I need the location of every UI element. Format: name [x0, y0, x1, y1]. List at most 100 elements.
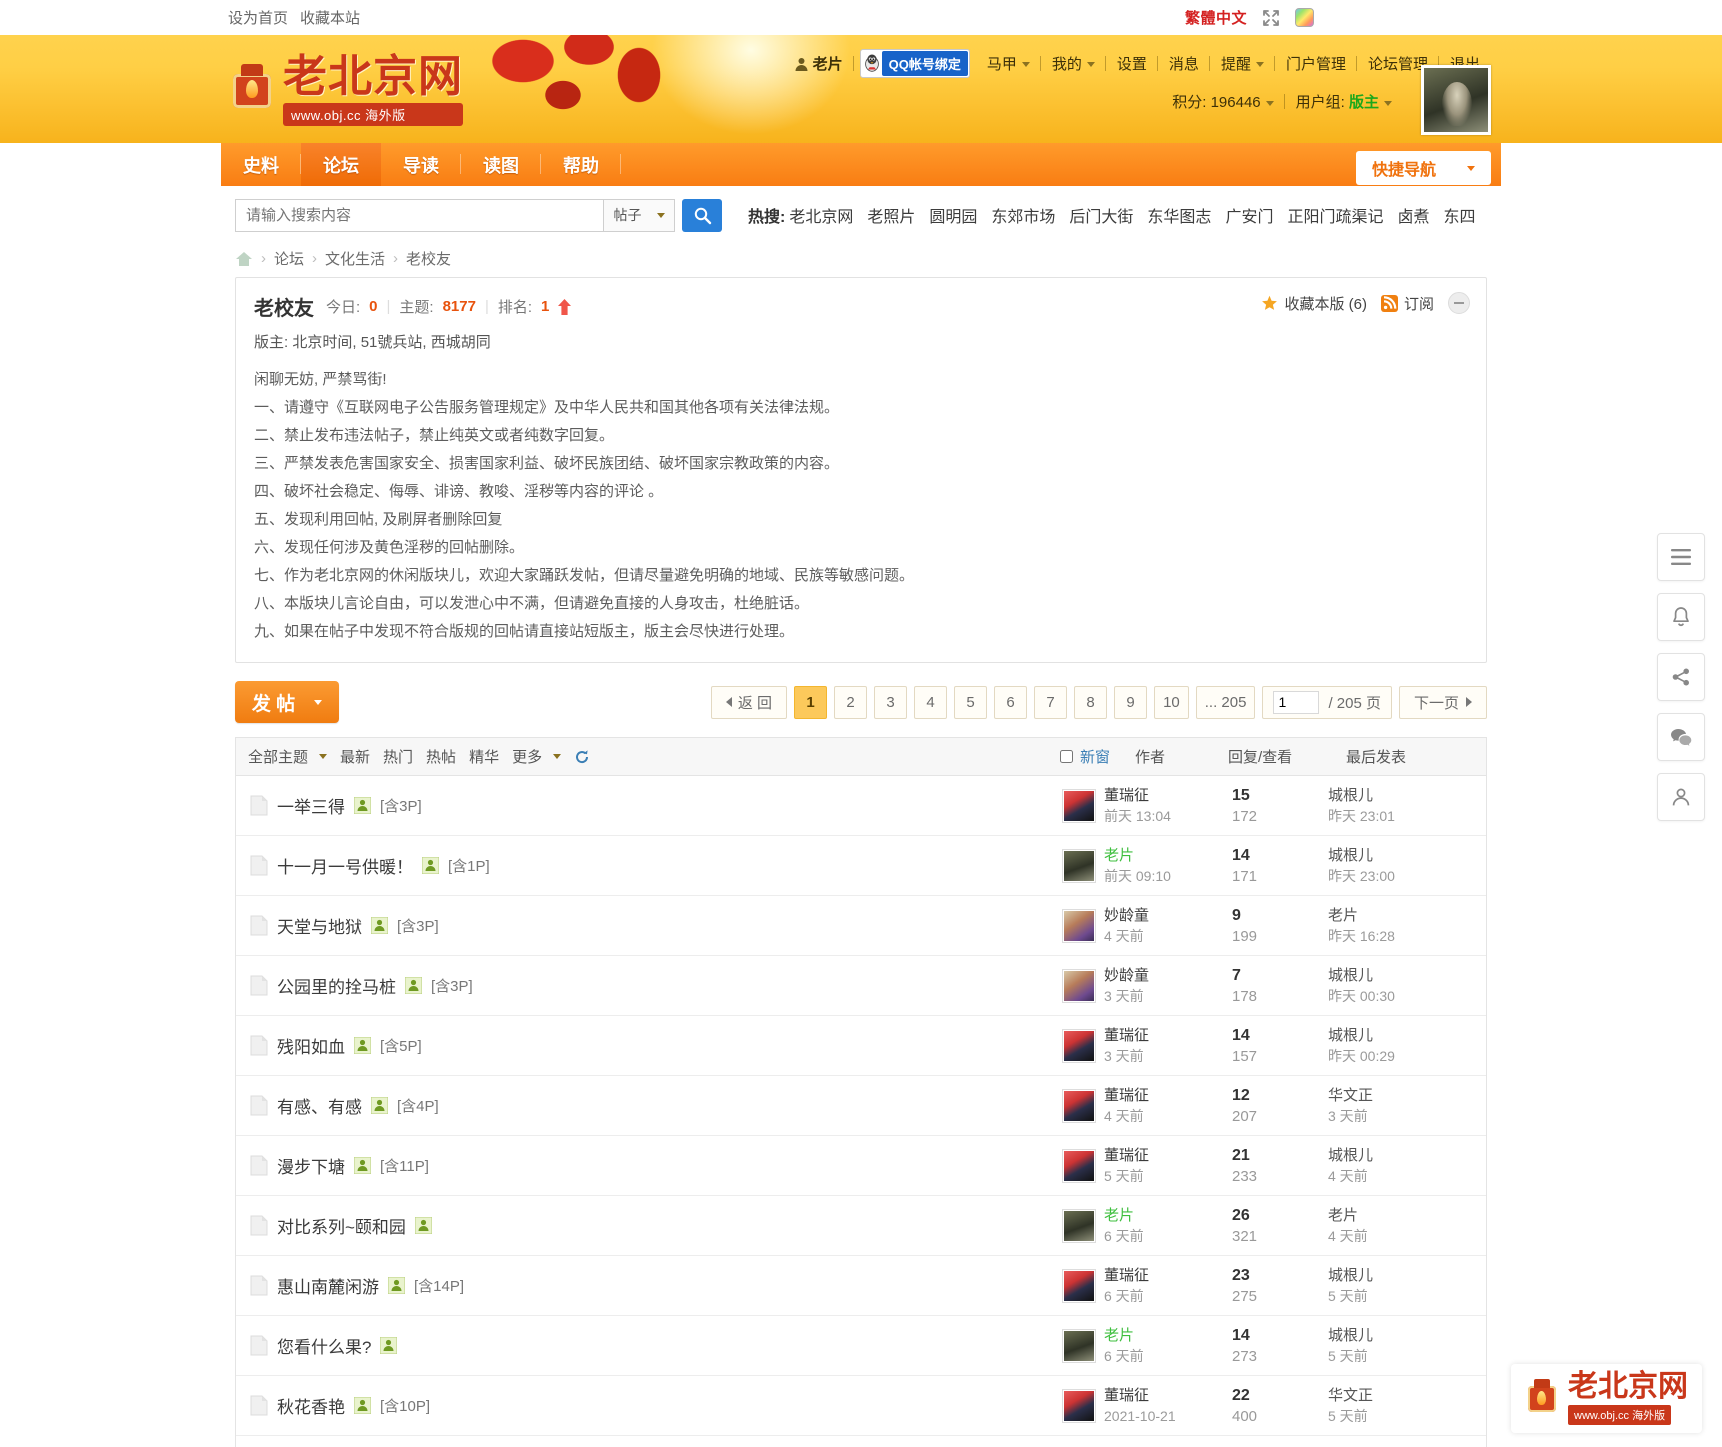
- author-name[interactable]: 董瑞征: [1104, 1386, 1176, 1406]
- last-poster-name[interactable]: 城根儿: [1328, 845, 1486, 866]
- thread-title-link[interactable]: 惠山南麓闲游: [277, 1273, 379, 1298]
- breadcrumb-item-forum[interactable]: 论坛: [274, 248, 304, 269]
- author-avatar[interactable]: [1062, 1028, 1096, 1063]
- author-avatar[interactable]: [1062, 1328, 1096, 1363]
- bookmark-site-link[interactable]: 收藏本站: [300, 7, 360, 28]
- nav-item-luntan[interactable]: 论坛: [301, 143, 381, 186]
- author-name[interactable]: 董瑞征: [1104, 786, 1171, 806]
- filter-more[interactable]: 更多: [512, 746, 562, 767]
- menu-tool[interactable]: [1657, 533, 1705, 581]
- author-avatar[interactable]: [1062, 1208, 1096, 1243]
- hot-term[interactable]: 东郊市场: [991, 203, 1055, 227]
- table-row[interactable]: 对比系列~颐和园 老片 6 天前 26 321 老片 4 天前: [236, 1196, 1486, 1256]
- last-poster-name[interactable]: 城根儿: [1328, 1265, 1486, 1286]
- contact-tool[interactable]: [1657, 773, 1705, 821]
- author-name[interactable]: 董瑞征: [1104, 1026, 1149, 1046]
- pagination-page-2[interactable]: 2: [834, 685, 868, 719]
- filter-all-threads[interactable]: 全部主题: [248, 746, 328, 767]
- breadcrumb-item-category[interactable]: 文化生活: [325, 248, 385, 269]
- quick-nav-button[interactable]: 快捷导航: [1355, 151, 1491, 185]
- new-post-button[interactable]: 发 帖: [235, 681, 339, 723]
- hot-term[interactable]: 圆明园: [929, 203, 977, 227]
- thread-title-link[interactable]: 一举三得: [277, 793, 345, 818]
- table-row[interactable]: 一举三得 [含3P] 董瑞征 前天 13:04 15 172 城根儿 昨天 23…: [236, 776, 1486, 836]
- thread-title-link[interactable]: 公园里的拴马桩: [277, 973, 396, 998]
- hot-term[interactable]: 老照片: [867, 203, 915, 227]
- author-name[interactable]: 董瑞征: [1104, 1146, 1149, 1166]
- author-name[interactable]: 董瑞征: [1104, 1086, 1149, 1106]
- pagination-last-page[interactable]: ... 205: [1195, 685, 1256, 719]
- moderator-link[interactable]: 51號兵站: [361, 334, 423, 351]
- nav-item-bangzhu[interactable]: 帮助: [541, 143, 621, 186]
- author-name[interactable]: 老片: [1104, 1206, 1144, 1226]
- pagination-back[interactable]: 返 回: [710, 685, 788, 719]
- pagination-page-7[interactable]: 7: [1034, 685, 1068, 719]
- pagination-page-9[interactable]: 9: [1114, 685, 1148, 719]
- avatar[interactable]: [1421, 65, 1491, 135]
- set-homepage-link[interactable]: 设为首页: [228, 7, 288, 28]
- menu-item-settings[interactable]: 设置: [1106, 53, 1158, 74]
- author-name[interactable]: 董瑞征: [1104, 1266, 1149, 1286]
- hot-term[interactable]: 老北京网: [789, 203, 853, 227]
- table-row[interactable]: 公园里的拴马桩 [含3P] 妙龄童 3 天前 7 178 城根儿 昨天 00:3…: [236, 956, 1486, 1016]
- credits-info[interactable]: 积分: 196446: [1161, 91, 1286, 112]
- traditional-chinese-link[interactable]: 繁體中文: [1185, 7, 1247, 28]
- moderator-link[interactable]: 西城胡同: [431, 334, 491, 351]
- share-tool[interactable]: [1657, 653, 1705, 701]
- last-poster-name[interactable]: 华文正: [1328, 1385, 1486, 1406]
- breadcrumb-item-current[interactable]: 老校友: [406, 248, 451, 269]
- last-poster-name[interactable]: 城根儿: [1328, 1025, 1486, 1046]
- site-logo[interactable]: 老北京网 www.obj.cc 海外版: [229, 55, 463, 126]
- current-user[interactable]: 老片: [784, 53, 854, 74]
- thread-title-link[interactable]: 天堂与地狱: [277, 913, 362, 938]
- color-scheme-icon[interactable]: [1295, 8, 1314, 27]
- search-input[interactable]: [235, 198, 603, 232]
- pagination-page-1[interactable]: 1: [794, 685, 828, 719]
- author-name[interactable]: 老片: [1104, 1326, 1144, 1346]
- table-row[interactable]: 天堂与地狱 [含3P] 妙龄童 4 天前 9 199 老片 昨天 16:28: [236, 896, 1486, 956]
- author-avatar[interactable]: [1062, 788, 1096, 823]
- notification-tool[interactable]: [1657, 593, 1705, 641]
- last-poster-name[interactable]: 城根儿: [1328, 1325, 1486, 1346]
- table-row[interactable]: 漫步下塘 [含11P] 董瑞征 5 天前 21 233 城根儿 4 天前: [236, 1136, 1486, 1196]
- thread-title-link[interactable]: 十一月一号供暖！: [277, 853, 413, 878]
- pagination-page-8[interactable]: 8: [1074, 685, 1108, 719]
- author-avatar[interactable]: [1062, 848, 1096, 883]
- thread-title-link[interactable]: 您看什么果?: [277, 1333, 371, 1358]
- search-scope-select[interactable]: 帖子: [603, 198, 675, 232]
- hot-term[interactable]: 正阳门疏渠记: [1287, 203, 1383, 227]
- filter-newest[interactable]: 最新: [340, 746, 370, 767]
- author-avatar[interactable]: [1062, 1148, 1096, 1183]
- thread-title-link[interactable]: 漫步下塘: [277, 1153, 345, 1178]
- author-name[interactable]: 妙龄童: [1104, 906, 1149, 926]
- author-avatar[interactable]: [1062, 968, 1096, 1003]
- table-row[interactable]: 北味儿早点 [含1P] 董瑞征 7 天前 25 358 华文正 6 天前: [236, 1436, 1486, 1447]
- table-row[interactable]: 您看什么果? 老片 6 天前 14 273 城根儿 5 天前: [236, 1316, 1486, 1376]
- thread-title-link[interactable]: 残阳如血: [277, 1033, 345, 1058]
- expand-icon[interactable]: [1261, 8, 1281, 28]
- filter-digest[interactable]: 精华: [469, 746, 499, 767]
- qq-bind-button[interactable]: QQ帐号绑定: [859, 48, 970, 78]
- menu-item-majia[interactable]: 马甲: [976, 53, 1041, 74]
- last-poster-name[interactable]: 华文正: [1328, 1085, 1486, 1106]
- author-avatar[interactable]: [1062, 1088, 1096, 1123]
- author-avatar[interactable]: [1062, 1268, 1096, 1303]
- nav-item-shiliao[interactable]: 史料: [221, 143, 301, 186]
- table-row[interactable]: 十一月一号供暖！ [含1P] 老片 前天 09:10 14 171 城根儿 昨天…: [236, 836, 1486, 896]
- author-name[interactable]: 妙龄童: [1104, 966, 1149, 986]
- pagination-page-5[interactable]: 5: [954, 685, 988, 719]
- nav-item-daodu[interactable]: 导读: [381, 143, 461, 186]
- last-poster-name[interactable]: 老片: [1328, 905, 1486, 926]
- home-icon[interactable]: [235, 251, 253, 267]
- filter-popular[interactable]: 热门: [383, 746, 413, 767]
- table-row[interactable]: 残阳如血 [含5P] 董瑞征 3 天前 14 157 城根儿 昨天 00:29: [236, 1016, 1486, 1076]
- menu-item-mine[interactable]: 我的: [1041, 53, 1106, 74]
- menu-item-notifications[interactable]: 提醒: [1210, 53, 1275, 74]
- last-poster-name[interactable]: 城根儿: [1328, 785, 1486, 806]
- thread-title-link[interactable]: 对比系列~颐和园: [277, 1213, 406, 1238]
- thread-title-link[interactable]: 秋花香艳: [277, 1393, 345, 1418]
- subscribe-button[interactable]: 订阅: [1380, 293, 1434, 314]
- menu-item-messages[interactable]: 消息: [1158, 53, 1210, 74]
- author-avatar[interactable]: [1062, 908, 1096, 943]
- nav-item-dutu[interactable]: 读图: [461, 143, 541, 186]
